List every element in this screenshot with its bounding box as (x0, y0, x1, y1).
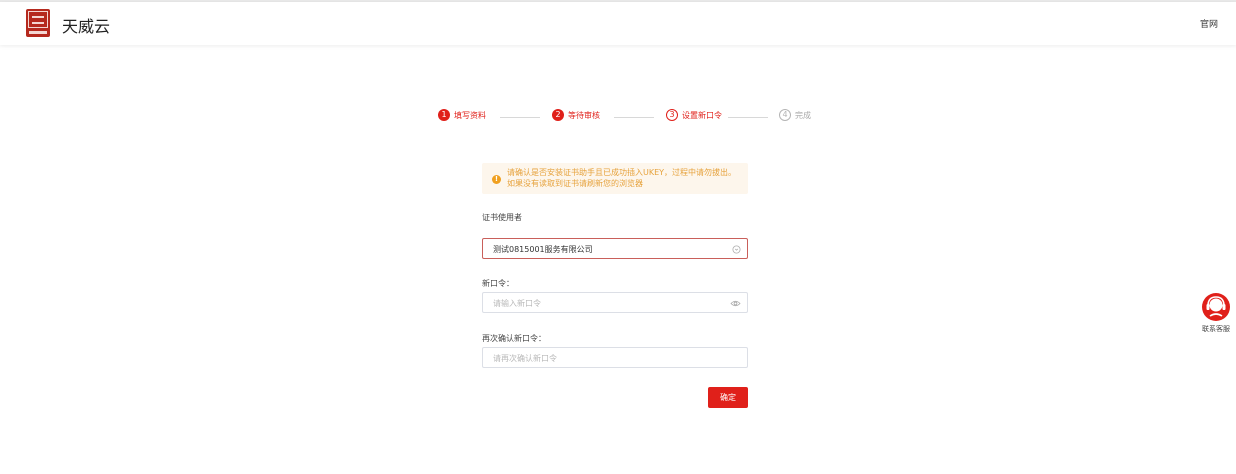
step-connector (500, 117, 540, 118)
new-password-placeholder: 请输入新口令 (493, 299, 541, 308)
new-password-label: 新口令： (482, 279, 514, 288)
headset-icon (1202, 293, 1230, 321)
progress-steps: 1 填写资料 2 等待审核 3 设置新口令 4 完成 (438, 109, 838, 125)
logo-seal (28, 11, 48, 28)
top-header: 天威云 官网 (0, 2, 1236, 45)
step-3-label: 设置新口令 (682, 110, 722, 120)
confirm-password-placeholder: 请再次确认新口令 (493, 354, 557, 363)
step-4-number: 4 (779, 109, 791, 121)
eye-icon[interactable] (730, 299, 741, 308)
official-site-link[interactable]: 官网 (1200, 17, 1218, 30)
warning-alert: ! 请确认是否安装证书助手且已成功插入UKEY，过程中请勿拔出。如果没有读取到证… (482, 163, 748, 194)
brand-name: 天威云 (62, 17, 111, 36)
new-password-input[interactable]: 请输入新口令 (482, 292, 748, 313)
confirm-password-input[interactable]: 请再次确认新口令 (482, 347, 748, 368)
confirm-button[interactable]: 确定 (708, 387, 748, 408)
clear-circle-icon[interactable] (732, 245, 741, 254)
warning-text: 请确认是否安装证书助手且已成功插入UKEY，过程中请勿拔出。如果没有读取到证书请… (507, 168, 737, 188)
step-2-label: 等待审核 (568, 110, 600, 120)
step-2: 2 等待审核 (552, 109, 600, 121)
step-1-label: 填写资料 (454, 110, 486, 120)
cert-user-value: 测试0815001服务有限公司 (493, 245, 593, 254)
step-connector (728, 117, 768, 118)
cert-user-label: 证书使用者 (482, 213, 522, 222)
cert-user-select[interactable]: 测试0815001服务有限公司 (482, 238, 748, 259)
contact-service-label: 联系客服 (1202, 325, 1230, 333)
step-1: 1 填写资料 (438, 109, 486, 121)
step-connector (614, 117, 654, 118)
step-4: 4 完成 (779, 109, 811, 121)
step-2-number: 2 (552, 109, 564, 121)
warning-icon: ! (492, 175, 501, 184)
step-3: 3 设置新口令 (666, 109, 722, 121)
confirm-password-label: 再次确认新口令： (482, 334, 546, 343)
step-1-number: 1 (438, 109, 450, 121)
step-3-number: 3 (666, 109, 678, 121)
logo-foot (29, 31, 47, 34)
logo[interactable] (26, 9, 50, 37)
step-4-label: 完成 (795, 110, 811, 120)
contact-service[interactable]: 联系客服 (1198, 292, 1234, 334)
